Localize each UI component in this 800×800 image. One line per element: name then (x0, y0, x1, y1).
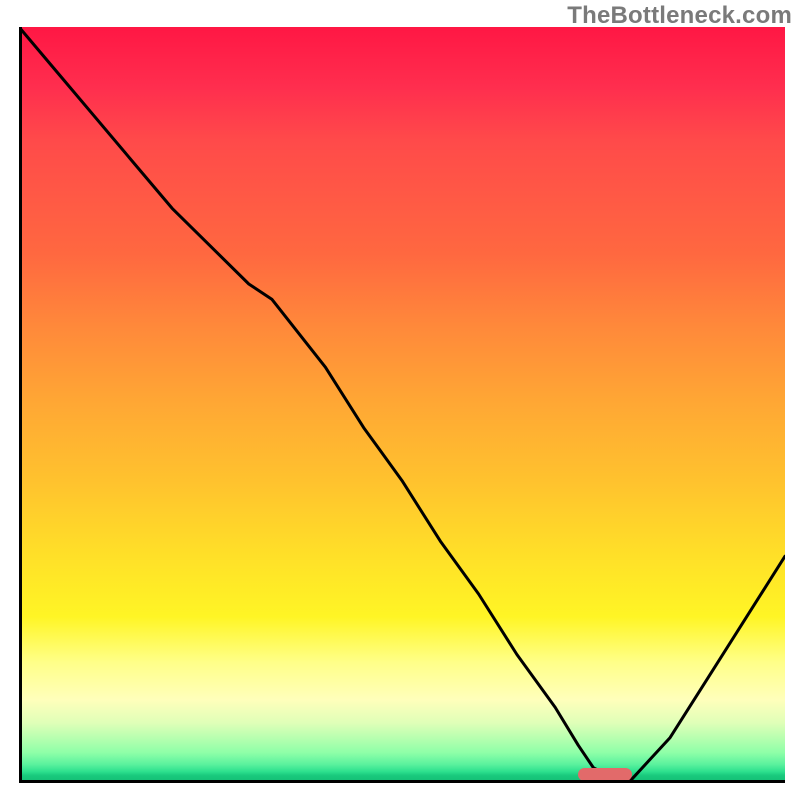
watermark-text: TheBottleneck.com (567, 2, 792, 30)
plot-area (19, 27, 785, 783)
chart-container: TheBottleneck.com (0, 0, 800, 800)
x-axis (19, 780, 785, 783)
bottleneck-curve (19, 27, 785, 783)
y-axis (19, 27, 22, 783)
